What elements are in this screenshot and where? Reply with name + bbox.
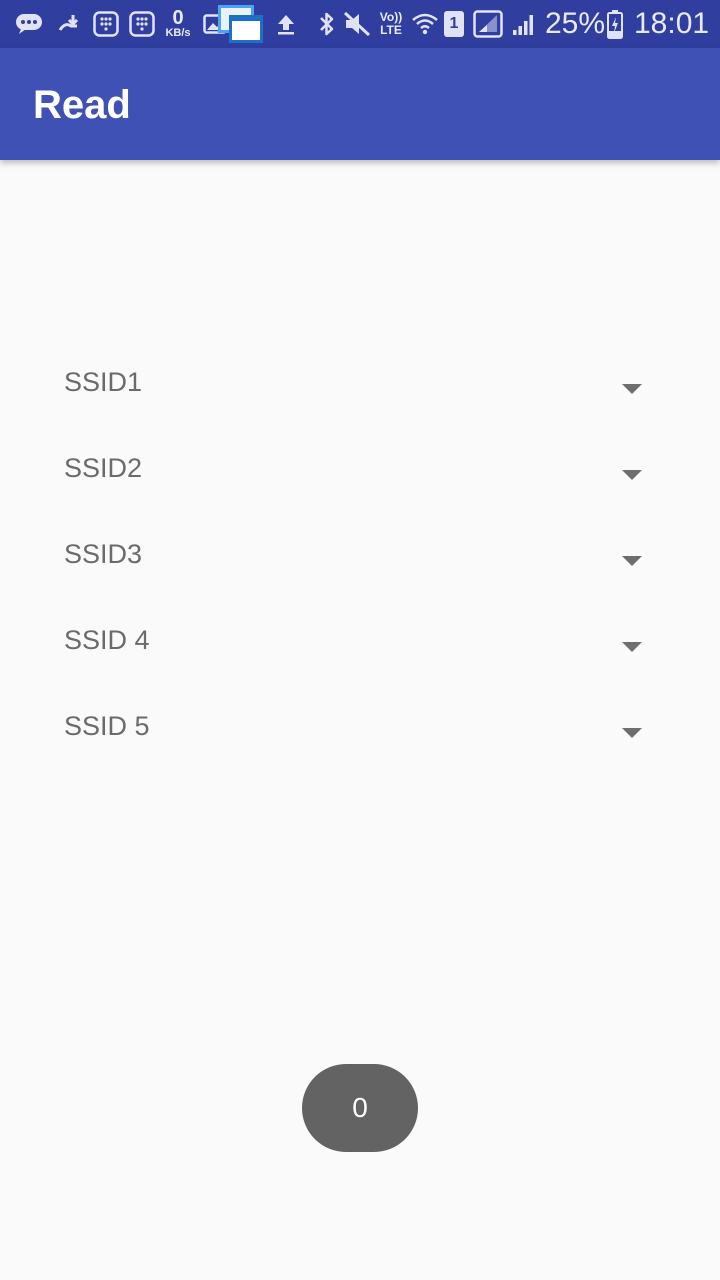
- chat-icon: [14, 0, 44, 48]
- dropdown-arrow-icon: [622, 384, 642, 394]
- window-icon: [214, 0, 266, 48]
- signal-icon: [472, 0, 504, 48]
- volte-bottom-label: LTE: [380, 23, 402, 37]
- dropdown-arrow-icon: [622, 470, 642, 480]
- dropdown-arrow-icon: [622, 556, 642, 566]
- ssid-spinner-4[interactable]: SSID 4: [64, 620, 664, 680]
- battery-icon: [604, 0, 626, 48]
- speed-unit: KB/s: [165, 27, 191, 39]
- dialpad-icon: [92, 0, 120, 48]
- status-bar: 0 KB/s Vo)) LTE 1 25% 18:01: [0, 0, 720, 48]
- dialpad-icon: [128, 0, 156, 48]
- battery-percent: 25%: [545, 7, 606, 40]
- counter-button[interactable]: 0: [302, 1064, 418, 1152]
- upload-icon: [274, 0, 298, 48]
- spinner-label: SSID 5: [64, 711, 150, 741]
- ssid-spinner-5[interactable]: SSID 5: [64, 706, 664, 766]
- signal-icon: [510, 0, 538, 48]
- spinner-label: SSID 4: [64, 625, 150, 655]
- ssid-spinner-3[interactable]: SSID3: [64, 534, 664, 594]
- dropdown-arrow-icon: [622, 728, 642, 738]
- download-icon: [56, 0, 84, 48]
- page-title: Read: [33, 83, 131, 127]
- wifi-icon: [410, 0, 440, 48]
- dropdown-arrow-icon: [622, 642, 642, 652]
- bluetooth-icon: [316, 0, 338, 48]
- spinner-label: SSID1: [64, 367, 143, 397]
- volte-icon: Vo)) LTE: [376, 0, 406, 48]
- network-speed: 0 KB/s: [162, 0, 194, 48]
- ssid-spinner-2[interactable]: SSID2: [64, 448, 664, 508]
- app-bar: Read: [0, 48, 720, 160]
- spinner-label: SSID3: [64, 539, 143, 569]
- clock-time: 18:01: [634, 7, 710, 40]
- sim-number: 1: [449, 15, 459, 32]
- sim-icon: 1: [442, 0, 466, 48]
- speed-value: 0: [172, 7, 184, 29]
- spinner-label: SSID2: [64, 453, 143, 483]
- ssid-spinner-1[interactable]: SSID1: [64, 362, 664, 422]
- mute-icon: [342, 0, 372, 48]
